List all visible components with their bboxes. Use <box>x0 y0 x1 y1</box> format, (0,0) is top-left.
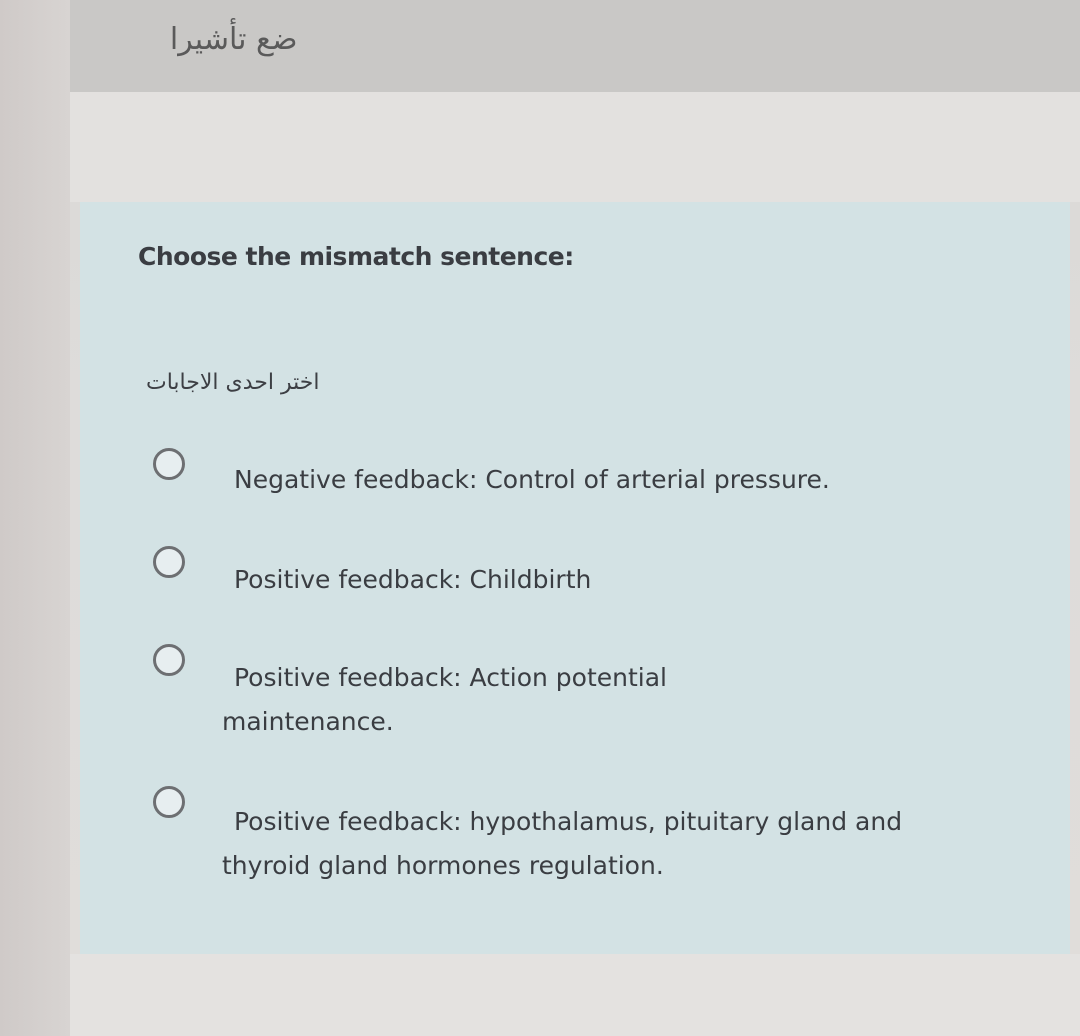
radio-button[interactable] <box>153 448 185 480</box>
question-info-area <box>70 92 1080 202</box>
question-card: Choose the mismatch sentence: اختر احدى … <box>80 202 1070 954</box>
flag-label: ضع تأشيرا <box>169 22 298 57</box>
flag-question-link[interactable]: ضع تأشيرا <box>170 22 310 57</box>
question-text: Choose the mismatch sentence: <box>138 242 574 271</box>
answer-option-3[interactable]: Positive feedback: Action potential main… <box>150 644 1010 744</box>
radio-button[interactable] <box>153 546 185 578</box>
left-margin <box>0 0 70 1036</box>
answer-option-1[interactable]: Negative feedback: Control of arterial p… <box>150 448 1010 508</box>
answer-instruction: اختر احدى الاجابات <box>146 370 320 395</box>
answer-option-label: Positive feedback: Childbirth <box>234 565 592 594</box>
answer-option-2[interactable]: Positive feedback: Childbirth <box>150 546 1010 606</box>
page-bottom-area <box>70 954 1080 1036</box>
answer-option-label: Positive feedback: hypothalamus, pituita… <box>222 807 903 880</box>
answer-option-4[interactable]: Positive feedback: hypothalamus, pituita… <box>150 786 1010 896</box>
radio-button[interactable] <box>153 786 185 818</box>
answer-option-label: Negative feedback: Control of arterial p… <box>234 465 830 494</box>
flag-icon <box>307 22 310 57</box>
question-header-bar: ضع تأشيرا <box>70 0 1080 92</box>
radio-button[interactable] <box>153 644 185 676</box>
quiz-page: ضع تأشيرا Choose the mismatch sentence: … <box>0 0 1080 1036</box>
answer-option-label: Positive feedback: Action potential main… <box>222 663 667 736</box>
